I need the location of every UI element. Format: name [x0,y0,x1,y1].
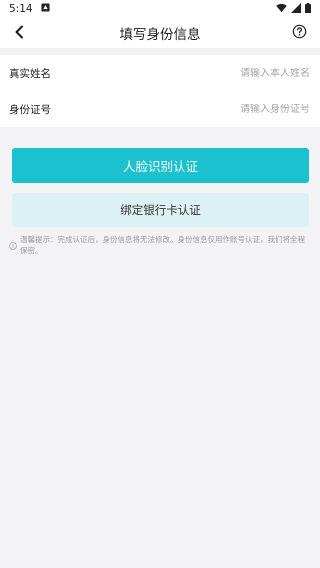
status-right [276,2,311,16]
status-time: 5:14 [9,3,33,15]
battery-icon [305,2,311,16]
id-number-label: 身份证号 [9,103,51,116]
warm-tip: 温馨提示：完成认证后，身份信息将无法修改。身份信息仅用作账号认证，我们将全程保密… [9,234,311,256]
name-input[interactable] [150,67,310,79]
bank-card-auth-button[interactable]: 绑定银行卡认证 [12,193,309,227]
identity-form: 真实姓名 身份证号 [0,55,320,127]
help-button[interactable] [290,24,308,42]
back-button[interactable] [8,22,30,44]
name-row: 真实姓名 [0,55,320,91]
wifi-icon [276,3,287,16]
signal-icon [291,2,301,16]
id-number-input[interactable] [150,103,310,115]
page-title: 填写身份信息 [119,27,201,43]
status-bar: 5:14 [0,0,320,18]
warm-tip-text: 温馨提示：完成认证后，身份信息将无法修改。身份信息仅用作账号认证，我们将全程保密… [20,235,305,255]
notification-icon [41,3,50,15]
face-auth-button[interactable]: 人脸识别认证 [12,148,309,183]
face-auth-button-label: 人脸识别认证 [122,159,198,174]
name-label: 真实姓名 [9,67,51,80]
back-arrow-icon [13,24,25,43]
status-left: 5:14 [9,3,50,15]
help-icon [292,24,307,43]
info-icon [9,235,17,254]
bank-card-auth-button-label: 绑定银行卡认证 [120,203,201,217]
id-number-row: 身份证号 [0,91,320,127]
nav-bar: 填写身份信息 [0,18,320,48]
